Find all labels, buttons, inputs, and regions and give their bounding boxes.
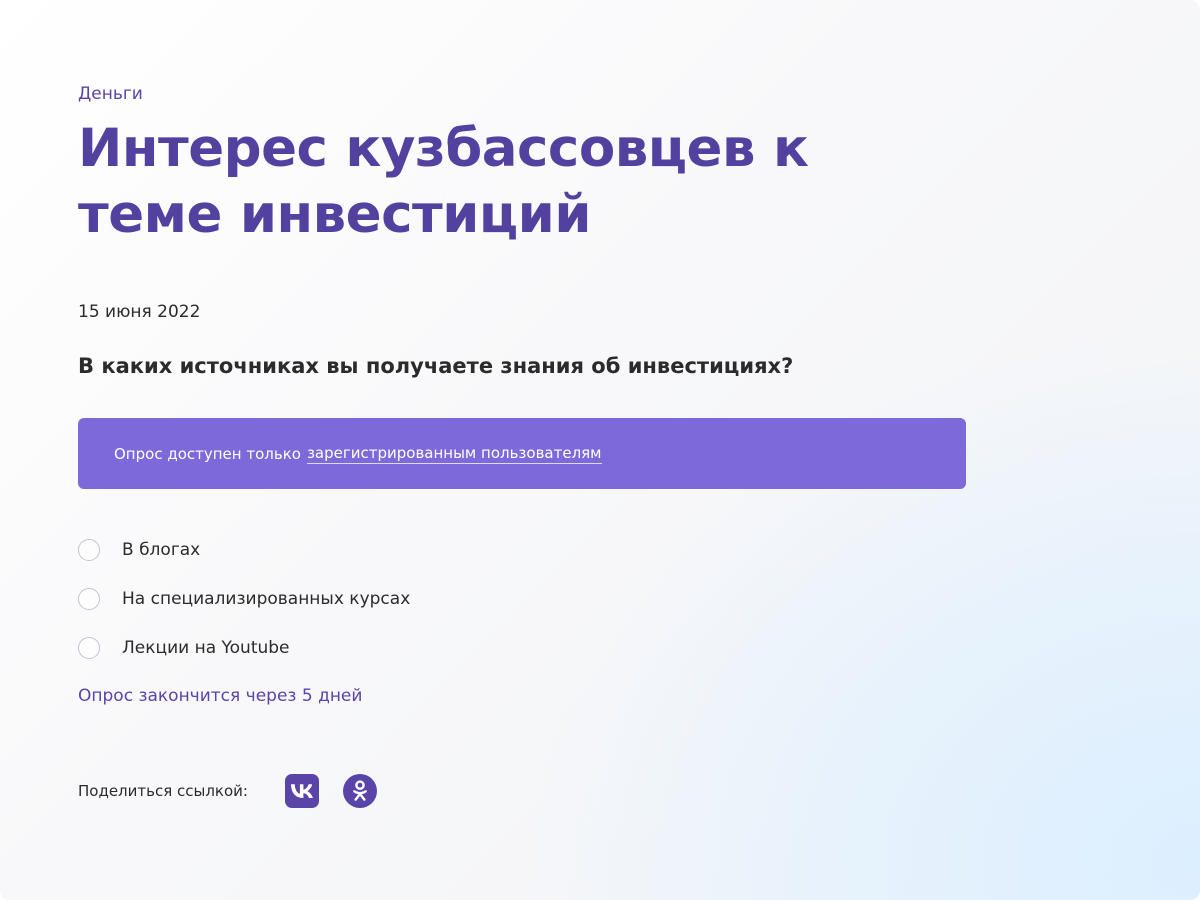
poll-options: В блогах На специализированных курсах Ле… [78,537,968,660]
poll-option-courses[interactable]: На специализированных курсах [78,586,968,611]
page: Деньги Интерес кузбассовцев к теме инвес… [0,0,1200,900]
poll-option-blogs[interactable]: В блогах [78,537,968,562]
share-bar: Поделиться ссылкой: [78,773,968,809]
page-title: Интерес кузбассовцев к теме инвестиций [78,118,809,245]
share-ok-button[interactable] [343,774,377,808]
poll-option-youtube[interactable]: Лекции на Youtube [78,635,968,660]
category-link[interactable]: Деньги [78,82,143,106]
vk-icon [291,784,313,798]
option-label: В блогах [122,539,201,560]
option-label: Лекции на Youtube [122,637,290,658]
radio-button[interactable] [78,587,100,610]
radio-button[interactable] [78,538,100,561]
registered-users-link[interactable]: зарегистрированным пользователям [306,444,602,464]
share-label: Поделиться ссылкой: [78,782,248,800]
radio-button[interactable] [78,636,100,659]
odnoklassniki-icon [353,780,367,801]
poll-question: В каких источниках вы получаете знания о… [78,354,794,378]
poll-access-notice: Опрос доступен только зарегистрированным… [78,418,966,489]
publish-date: 15 июня 2022 [78,302,201,322]
poll-ends-notice: Опрос закончится через 5 дней [78,686,363,706]
share-vk-button[interactable] [285,774,319,808]
notice-text: Опрос доступен только [114,444,301,463]
option-label: На специализированных курсах [122,588,411,609]
article-content: Деньги Интерес кузбассовцев к теме инвес… [78,82,968,809]
